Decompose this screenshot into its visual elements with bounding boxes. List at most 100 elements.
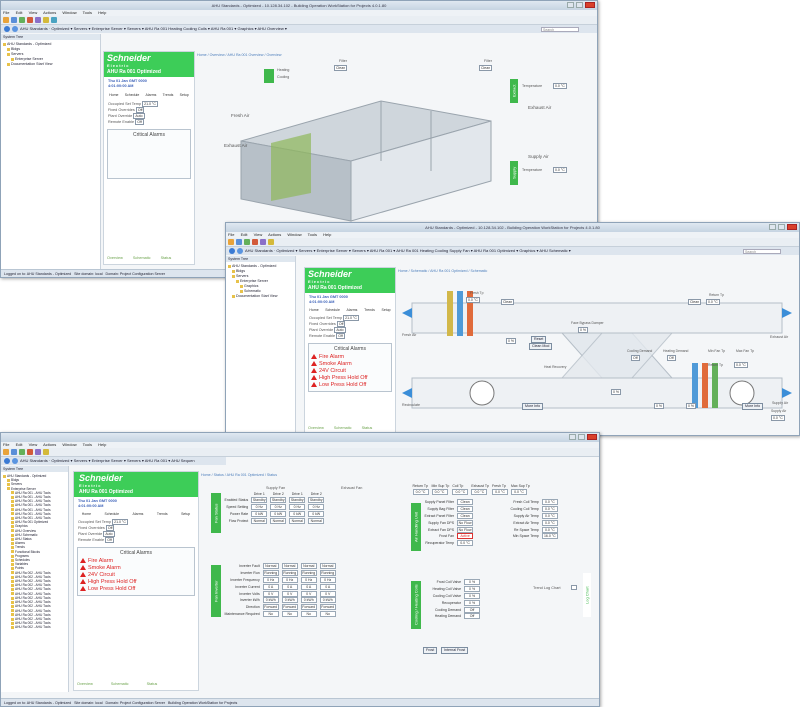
menu-help[interactable]: Help	[98, 10, 106, 15]
trends-icon[interactable]: Trends	[364, 308, 375, 312]
maximize-button[interactable]	[576, 2, 583, 8]
menu-edit[interactable]: Edit	[16, 10, 23, 15]
alarm-item[interactable]: High Press Hold Off	[311, 375, 389, 382]
tab-status[interactable]: Status	[362, 426, 373, 430]
settings-icon[interactable]	[260, 239, 266, 245]
search-input[interactable]: Search	[541, 26, 579, 32]
alarm-item[interactable]: Fire Alarm	[80, 558, 192, 565]
menu-window[interactable]: Window	[287, 232, 301, 237]
schedule-icon[interactable]: Schedule	[125, 93, 140, 97]
help-icon[interactable]	[51, 17, 57, 23]
save-icon[interactable]	[11, 449, 17, 455]
setup-icon[interactable]: Setup	[180, 93, 189, 97]
setpoint-value[interactable]: Off	[105, 537, 114, 543]
setpoint-value[interactable]: 21.0 °C	[343, 315, 359, 321]
minimize-button[interactable]	[769, 224, 776, 230]
menu-help[interactable]: Help	[323, 232, 331, 237]
folder-icon[interactable]	[3, 17, 9, 23]
menu-actions[interactable]: Actions	[268, 232, 281, 237]
menu-file[interactable]: File	[3, 10, 9, 15]
tab-overview[interactable]: Overview	[77, 682, 93, 686]
menu-file[interactable]: File	[228, 232, 234, 237]
forward-icon[interactable]	[12, 458, 18, 464]
trends-icon[interactable]: Trends	[163, 93, 174, 97]
alarms-icon[interactable]: Alarms	[347, 308, 358, 312]
tab-schematic[interactable]: Schematic	[133, 256, 151, 260]
alarm-item[interactable]: Smoke Alarm	[311, 361, 389, 368]
menu-help[interactable]: Help	[98, 442, 106, 447]
close-button[interactable]	[787, 224, 797, 230]
setup-icon[interactable]: Setup	[381, 308, 390, 312]
more-info-button[interactable]: More Info	[742, 403, 764, 410]
clean-mode-button[interactable]: Clean Mod	[529, 343, 553, 350]
home-icon[interactable]: Home	[109, 93, 118, 97]
menu-view[interactable]: View	[29, 10, 38, 15]
setpoint-value[interactable]: 21.0 °C	[112, 519, 128, 525]
maximize-button[interactable]	[778, 224, 785, 230]
settings-icon[interactable]	[35, 449, 41, 455]
stop-icon[interactable]	[27, 449, 33, 455]
folder-icon[interactable]	[3, 449, 9, 455]
tree-node[interactable]: AHU Ra 002 - AHU Tools	[3, 625, 66, 629]
menu-file[interactable]: File	[3, 442, 9, 447]
alarm-icon[interactable]	[43, 17, 49, 23]
menu-actions[interactable]: Actions	[43, 442, 56, 447]
menu-window[interactable]: Window	[62, 10, 76, 15]
tab-overview[interactable]: Overview	[107, 256, 123, 260]
schedule-icon[interactable]: Schedule	[105, 512, 120, 516]
alarm-item[interactable]: Low Press Hold Off	[80, 586, 192, 593]
setup-icon[interactable]: Setup	[181, 512, 190, 516]
minimize-button[interactable]	[567, 2, 574, 8]
nav-path[interactable]: AHU Standards · Optimized ▾ Servers ▾ En…	[245, 247, 571, 255]
reset-button[interactable]: Reset	[531, 336, 547, 343]
breadcrumb[interactable]: Home / Overview / AHU Ra 001 Overview / …	[197, 53, 281, 57]
menu-edit[interactable]: Edit	[16, 442, 23, 447]
maximize-button[interactable]	[578, 434, 585, 440]
alarm-icon[interactable]	[43, 449, 49, 455]
setpoint-value[interactable]: Off	[336, 333, 345, 339]
menu-tools[interactable]: Tools	[83, 442, 92, 447]
alarm-item[interactable]: 24V Circuit	[80, 572, 192, 579]
menu-tools[interactable]: Tools	[83, 10, 92, 15]
refresh-icon[interactable]	[19, 449, 25, 455]
setpoint-value[interactable]: 21.0 °C	[142, 101, 158, 107]
refresh-icon[interactable]	[19, 17, 25, 23]
save-icon[interactable]	[11, 17, 17, 23]
menu-actions[interactable]: Actions	[43, 10, 56, 15]
tree-node[interactable]: Documentation Start View	[3, 62, 98, 67]
alarms-icon[interactable]: Alarms	[146, 93, 157, 97]
setpoint-value[interactable]: Off	[135, 119, 144, 125]
back-icon[interactable]	[4, 458, 10, 464]
alarm-icon[interactable]	[268, 239, 274, 245]
tab-overview[interactable]: Overview	[308, 426, 324, 430]
settings-icon[interactable]	[35, 17, 41, 23]
forward-icon[interactable]	[237, 248, 243, 254]
frost-button[interactable]: Frost	[423, 647, 438, 654]
internal-frost-button[interactable]: Internal Frost	[441, 647, 469, 654]
minimize-button[interactable]	[569, 434, 576, 440]
alarm-item[interactable]: Low Press Hold Off	[311, 382, 389, 389]
stop-icon[interactable]	[27, 17, 33, 23]
alarm-item[interactable]: Smoke Alarm	[80, 565, 192, 572]
alarms-icon[interactable]: Alarms	[133, 512, 144, 516]
menu-tools[interactable]: Tools	[308, 232, 317, 237]
tree-node[interactable]: Documentation Start View	[228, 294, 293, 299]
menu-view[interactable]: View	[254, 232, 263, 237]
tab-status[interactable]: Status	[161, 256, 172, 260]
search-input[interactable]: Search	[743, 248, 781, 254]
trends-icon[interactable]: Trends	[157, 512, 168, 516]
more-info-button[interactable]: More Info	[522, 403, 544, 410]
close-button[interactable]	[585, 2, 595, 8]
refresh-icon[interactable]	[244, 239, 250, 245]
home-icon[interactable]: Home	[82, 512, 91, 516]
close-button[interactable]	[587, 434, 597, 440]
nav-path[interactable]: AHU Standards · Optimized ▾ Servers ▾ En…	[20, 25, 287, 33]
menu-window[interactable]: Window	[62, 442, 76, 447]
chart-icon[interactable]	[571, 585, 577, 590]
breadcrumb[interactable]: Home / Schematic / AHU Ra 001 Optimized …	[398, 269, 487, 273]
schedule-icon[interactable]: Schedule	[325, 308, 340, 312]
taskbar-item[interactable]: Building Operation WorkStation for Proje…	[168, 701, 237, 705]
tab-status[interactable]: Status	[147, 682, 158, 686]
back-icon[interactable]	[229, 248, 235, 254]
breadcrumb[interactable]: Home / Status / AHU Ra 001 Optimized / S…	[201, 473, 277, 477]
